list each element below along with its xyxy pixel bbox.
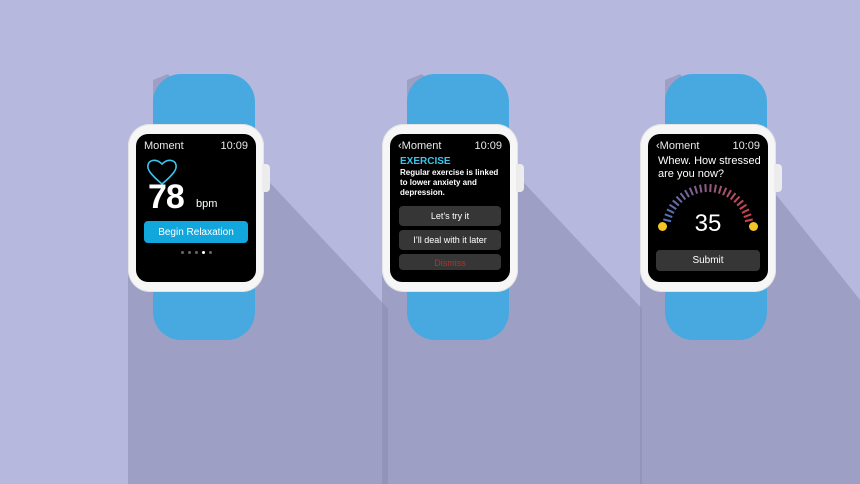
watch-case: ‹Moment 10:09 Whew. How stressed are you… [640, 124, 776, 292]
gauge-tick [669, 203, 677, 210]
page-dot [194, 251, 198, 254]
gauge-tick [729, 192, 737, 201]
gauge-tick [699, 184, 703, 193]
stressed-face-icon [749, 222, 758, 231]
begin-relaxation-button[interactable]: Begin Relaxation [144, 221, 248, 243]
back-button[interactable]: ‹Moment [656, 140, 699, 152]
lets-try-it-button[interactable]: Let’s try it [399, 206, 501, 226]
gauge-tick [739, 203, 747, 210]
gauge-tick [736, 199, 744, 207]
digital-crown [262, 164, 270, 192]
digital-crown [516, 164, 524, 192]
gauge-tick [688, 187, 694, 196]
page-dot [180, 251, 184, 254]
heart-rate-unit: bpm [196, 198, 218, 210]
gauge-tick [672, 199, 680, 207]
happy-face-icon [658, 222, 667, 231]
watch-case: ‹Moment 10:09 EXERCISE Regular exercise … [382, 124, 518, 292]
deal-later-button[interactable]: I’ll deal with it later [399, 230, 501, 250]
watch-stress-check: ‹Moment 10:09 Whew. How stressed are you… [640, 0, 860, 484]
clock-time: 10:09 [220, 140, 248, 152]
watch-screen: Moment 10:09 78 bpm Begin Relaxation [136, 134, 256, 282]
app-title: Moment [144, 140, 184, 152]
gauge-tick [733, 195, 741, 204]
page-dot [208, 251, 212, 254]
status-bar: Moment 10:09 [136, 140, 256, 154]
watch-exercise-notification: ‹Moment 10:09 EXERCISE Regular exercise … [382, 0, 642, 484]
back-button[interactable]: ‹Moment [398, 140, 441, 152]
page-dot [201, 251, 205, 254]
notification-body: Regular exercise is linked to lower anxi… [400, 168, 499, 197]
gauge-tick [717, 185, 723, 194]
digital-crown [774, 164, 782, 192]
gauge-tick [675, 195, 683, 204]
watch-screen: ‹Moment 10:09 EXERCISE Regular exercise … [390, 134, 510, 282]
gauge-tick [726, 189, 732, 198]
heart-rate-value: 78 [148, 178, 185, 216]
notification-title: EXERCISE [400, 156, 451, 167]
clock-time: 10:09 [732, 140, 760, 152]
gauge-tick [713, 184, 717, 193]
watch-screen: ‹Moment 10:09 Whew. How stressed are you… [648, 134, 768, 282]
status-bar: ‹Moment 10:09 [648, 140, 768, 154]
submit-button[interactable]: Submit [656, 250, 760, 271]
page-dot [187, 251, 191, 254]
gauge-tick [693, 185, 699, 194]
gauge-tick [722, 187, 728, 196]
gauge-tick [679, 192, 687, 201]
dismiss-button[interactable]: Dismiss [399, 254, 501, 270]
stress-question: Whew. How stressed are you now? [658, 155, 761, 180]
gauge-tick [684, 189, 690, 198]
clock-time: 10:09 [474, 140, 502, 152]
watch-case: Moment 10:09 78 bpm Begin Relaxation [128, 124, 264, 292]
watch-heart-rate: Moment 10:09 78 bpm Begin Relaxation [128, 0, 388, 484]
page-indicator [136, 251, 256, 254]
status-bar: ‹Moment 10:09 [390, 140, 510, 154]
